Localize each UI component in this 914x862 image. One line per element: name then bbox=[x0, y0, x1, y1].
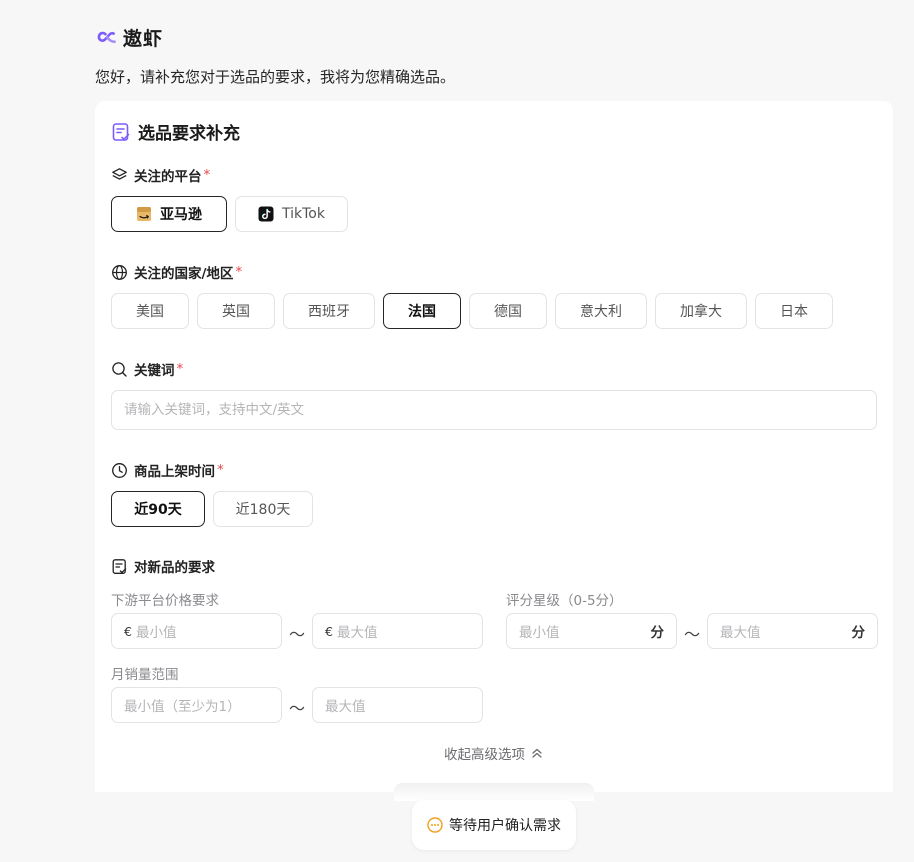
pending-dots-icon bbox=[427, 817, 443, 833]
listing-time-option-label: 近180天 bbox=[235, 502, 291, 518]
keyword-input[interactable] bbox=[111, 390, 877, 430]
country-option-label: 德国 bbox=[494, 304, 522, 320]
monthly-sales-label: 月销量范围 bbox=[111, 667, 179, 683]
required-mark: * bbox=[217, 462, 224, 478]
status-pill: 等待用户确认需求 bbox=[412, 800, 576, 850]
rating-max-input[interactable]: 最大值 分 bbox=[707, 613, 878, 649]
rating-unit: 分 bbox=[851, 625, 866, 641]
country-option-uk[interactable]: 英国 bbox=[197, 293, 275, 329]
currency-prefix: € bbox=[325, 623, 333, 639]
country-option-label: 西班牙 bbox=[308, 304, 350, 320]
listing-time-option-label: 近90天 bbox=[134, 502, 182, 518]
country-option-spain[interactable]: 西班牙 bbox=[283, 293, 375, 329]
card-title-text: 选品要求补充 bbox=[138, 124, 240, 144]
keyword-label-text: 关键词 bbox=[134, 363, 175, 379]
country-option-japan[interactable]: 日本 bbox=[755, 293, 833, 329]
card-title: 选品要求补充 bbox=[111, 119, 240, 144]
required-mark: * bbox=[203, 167, 211, 183]
country-option-label: 日本 bbox=[780, 304, 808, 320]
price-min-placeholder: 最小值 bbox=[135, 625, 177, 641]
price-max-input[interactable]: € 最大值 bbox=[312, 613, 483, 649]
new-product-label: 对新品的要求 bbox=[111, 556, 215, 576]
sales-max-input[interactable]: 最大值 bbox=[312, 687, 483, 723]
layers-icon bbox=[112, 167, 127, 180]
country-label-text: 关注的国家/地区 bbox=[134, 266, 234, 282]
country-option-germany[interactable]: 德国 bbox=[469, 293, 547, 329]
price-label: 下游平台价格要求 bbox=[111, 593, 219, 609]
sales-min-placeholder: 最小值（至少为1） bbox=[124, 699, 241, 715]
search-icon bbox=[112, 361, 127, 377]
listing-time-option-180[interactable]: 近180天 bbox=[213, 491, 313, 527]
country-option-label: 英国 bbox=[222, 304, 250, 320]
requirements-card: 选品要求补充 关注的平台 * 亚马逊 TikTok 关注的国家/地区 * 美国 … bbox=[95, 101, 893, 801]
country-option-us[interactable]: 美国 bbox=[111, 293, 189, 329]
new-product-label-text: 对新品的要求 bbox=[134, 560, 215, 576]
amazon-box-icon bbox=[137, 207, 151, 221]
rating-label: 评分星级（0-5分） bbox=[506, 593, 623, 609]
form-edit-icon bbox=[112, 122, 130, 141]
rating-min-input[interactable]: 最小值 分 bbox=[506, 613, 677, 649]
rating-min-placeholder: 最小值 bbox=[519, 625, 560, 641]
sales-max-placeholder: 最大值 bbox=[325, 699, 366, 715]
platform-option-label: 亚马逊 bbox=[160, 207, 202, 223]
platform-option-label: TikTok bbox=[282, 206, 325, 222]
rating-max-placeholder: 最大值 bbox=[720, 625, 761, 641]
required-mark: * bbox=[176, 361, 184, 377]
collapse-label: 收起高级选项 bbox=[444, 747, 525, 763]
country-option-label: 意大利 bbox=[580, 304, 622, 320]
country-option-italy[interactable]: 意大利 bbox=[555, 293, 647, 329]
confirm-button-shadow bbox=[394, 783, 594, 801]
sales-min-input[interactable]: 最小值（至少为1） bbox=[111, 687, 282, 723]
brand-name: 遨虾 bbox=[123, 28, 164, 50]
required-mark: * bbox=[235, 264, 243, 280]
platform-label-text: 关注的平台 bbox=[134, 169, 202, 185]
country-option-label: 加拿大 bbox=[680, 304, 722, 320]
keyword-label: 关键词 * bbox=[111, 359, 183, 379]
double-chevron-up-icon bbox=[532, 748, 542, 758]
country-option-label: 美国 bbox=[136, 304, 164, 320]
country-label: 关注的国家/地区 * bbox=[111, 262, 242, 282]
platform-label: 关注的平台 * bbox=[111, 165, 210, 185]
platform-option-tiktok[interactable]: TikTok bbox=[235, 196, 348, 232]
collapse-advanced-button[interactable]: 收起高级选项 bbox=[444, 743, 543, 763]
greeting-text: 您好，请补充您对于选品的要求，我将为您精确选品。 bbox=[95, 68, 456, 86]
status-label: 等待用户确认需求 bbox=[449, 818, 561, 834]
country-option-label: 法国 bbox=[408, 304, 436, 320]
country-option-france[interactable]: 法国 bbox=[383, 293, 461, 329]
range-separator: ～ bbox=[289, 625, 306, 644]
listing-time-label-text: 商品上架时间 bbox=[134, 464, 215, 480]
brand-header: 遨虾 bbox=[95, 24, 163, 51]
listing-time-label: 商品上架时间 * bbox=[111, 460, 224, 480]
brand-logo-icon bbox=[97, 31, 116, 43]
platform-option-amazon[interactable]: 亚马逊 bbox=[111, 196, 227, 232]
country-option-canada[interactable]: 加拿大 bbox=[655, 293, 747, 329]
range-separator: ～ bbox=[289, 699, 306, 718]
price-min-input[interactable]: € 最小值 bbox=[111, 613, 282, 649]
listing-time-option-90[interactable]: 近90天 bbox=[111, 491, 205, 527]
clock-icon bbox=[112, 462, 127, 478]
globe-icon bbox=[112, 264, 127, 280]
form-edit-icon bbox=[112, 558, 127, 574]
currency-prefix: € bbox=[124, 623, 132, 639]
rating-unit: 分 bbox=[650, 625, 665, 641]
tiktok-icon bbox=[258, 206, 274, 222]
price-max-placeholder: 最大值 bbox=[336, 625, 378, 641]
range-separator: ～ bbox=[684, 625, 701, 644]
